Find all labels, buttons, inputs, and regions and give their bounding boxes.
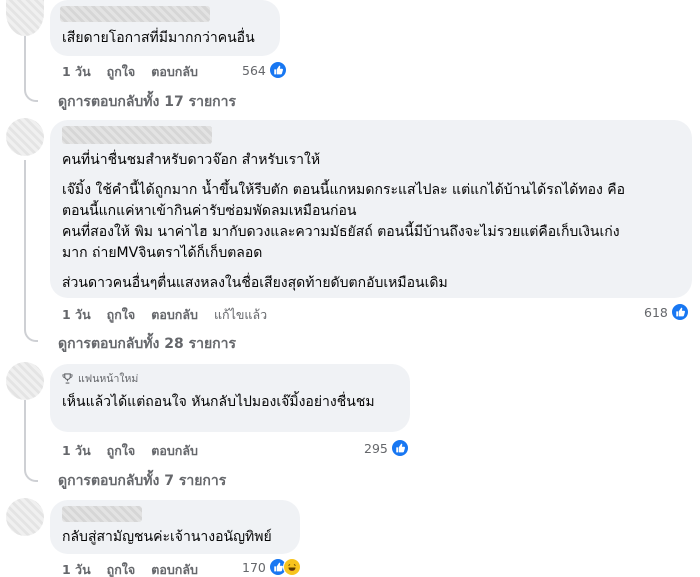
comment-time[interactable]: 1 วัน <box>62 560 91 577</box>
comment-actions: 1 วัน ถูกใจ ตอบกลับ <box>62 441 214 461</box>
author-name-redacted[interactable] <box>62 126 212 144</box>
reply-connector <box>24 466 38 482</box>
fan-badge-label: แฟนหน้าใหม่ <box>78 372 139 385</box>
reply-connector <box>24 322 38 342</box>
comment-line: คนที่น่าชื่นชมสำหรับดาวจ๊อก สำหรับเราให้ <box>62 152 321 168</box>
avatar[interactable] <box>6 498 44 536</box>
comment-line: ตอนนี้แกแค่หาเข้ากินค่ารับซ่อมพัดลมเหมือ… <box>62 203 357 219</box>
reply-connector <box>24 84 38 102</box>
edited-label: แก้ไขแล้ว <box>213 307 268 322</box>
view-replies-link[interactable]: ดูการตอบกลับทั้ง 28 รายการ <box>58 333 236 355</box>
reaction-summary[interactable]: 295 <box>364 439 409 457</box>
haha-icon <box>282 558 301 576</box>
reaction-summary[interactable]: 564 <box>242 61 287 79</box>
view-replies-link[interactable]: ดูการตอบกลับทั้ง 17 รายการ <box>58 91 236 113</box>
reply-button[interactable]: ตอบกลับ <box>151 62 198 82</box>
comment-actions: 1 วัน ถูกใจ ตอบกลับ <box>62 62 214 82</box>
avatar[interactable] <box>6 362 44 400</box>
reaction-count: 618 <box>644 304 668 320</box>
comment-time[interactable]: 1 วัน <box>62 305 91 325</box>
comment-line: กลับสู่สามัญชนค่ะเจ้านางอนัญทิพย์ <box>62 529 272 545</box>
comment-bubble: คนที่น่าชื่นชมสำหรับดาวจ๊อก สำหรับเราให้… <box>50 120 692 298</box>
comment-actions: 1 วัน ถูกใจ ตอบกลับ <box>62 560 214 577</box>
reply-button[interactable]: ตอบกลับ <box>151 305 198 325</box>
comment-time[interactable]: 1 วัน <box>62 441 91 461</box>
comment-line: เสียดายโอกาสที่มีมากกว่าคนอื่น <box>62 30 255 46</box>
like-button[interactable]: ถูกใจ <box>107 441 136 461</box>
reaction-count: 295 <box>364 440 388 456</box>
comment-bubble: กลับสู่สามัญชนค่ะเจ้านางอนัญทิพย์ <box>50 500 300 554</box>
comment-text: เห็นแล้วได้แต่ถอนใจ หันกลับไปมองเจ๊มิ้งอ… <box>62 392 398 413</box>
comment-line: ส่วนดาวคนอื่นๆตื่นแสงหลงในชื่อเสียงสุดท้… <box>62 275 448 291</box>
author-name-redacted[interactable] <box>60 6 210 22</box>
avatar[interactable] <box>6 118 44 156</box>
reaction-summary[interactable]: 618 <box>644 303 689 321</box>
fan-badge: แฟนหน้าใหม่ <box>62 370 398 386</box>
comment-text: กลับสู่สามัญชนค่ะเจ้านางอนัญทิพย์ <box>62 527 288 548</box>
thread-line <box>24 160 26 326</box>
reply-button[interactable]: ตอบกลับ <box>151 560 198 577</box>
comment-text: เสียดายโอกาสที่มีมากกว่าคนอื่น <box>62 28 268 49</box>
reaction-count: 564 <box>242 62 266 78</box>
like-icon <box>390 439 409 457</box>
comment-time[interactable]: 1 วัน <box>62 62 91 82</box>
like-icon <box>268 61 287 79</box>
trophy-icon <box>62 372 73 384</box>
author-name-redacted[interactable] <box>62 506 142 522</box>
comment-line: เห็นแล้วได้แต่ถอนใจ หันกลับไปมองเจ๊มิ้งอ… <box>62 394 375 410</box>
view-replies-link[interactable]: ดูการตอบกลับทั้ง 7 รายการ <box>58 470 226 492</box>
like-button[interactable]: ถูกใจ <box>107 62 136 82</box>
comment-line: เจ๊มิ้ง ใช้คำนี้ได้ถูกมาก น้ำขึ้นให้รีบต… <box>62 182 626 198</box>
comment-bubble: เสียดายโอกาสที่มีมากกว่าคนอื่น <box>50 0 280 56</box>
like-icon <box>670 303 689 321</box>
comment-actions: 1 วัน ถูกใจ ตอบกลับ แก้ไขแล้ว <box>62 305 283 325</box>
thread-line <box>24 400 26 470</box>
comment-line: คนที่สองให้ พิม นาค่าไฮ มากับดวงและความม… <box>62 224 620 240</box>
comment-text: คนที่น่าชื่นชมสำหรับดาวจ๊อก สำหรับเราให้… <box>62 150 680 294</box>
like-button[interactable]: ถูกใจ <box>107 560 136 577</box>
reaction-count: 170 <box>242 559 266 575</box>
reply-button[interactable]: ตอบกลับ <box>151 441 198 461</box>
like-button[interactable]: ถูกใจ <box>107 305 136 325</box>
reaction-summary[interactable]: 170 <box>242 558 301 576</box>
comment-bubble: แฟนหน้าใหม่ เห็นแล้วได้แต่ถอนใจ หันกลับไ… <box>50 364 410 432</box>
comment-line: มาก ถ่ายMVจินตราได้ก็เก็บตลอด <box>62 245 263 261</box>
avatar[interactable] <box>6 0 44 36</box>
